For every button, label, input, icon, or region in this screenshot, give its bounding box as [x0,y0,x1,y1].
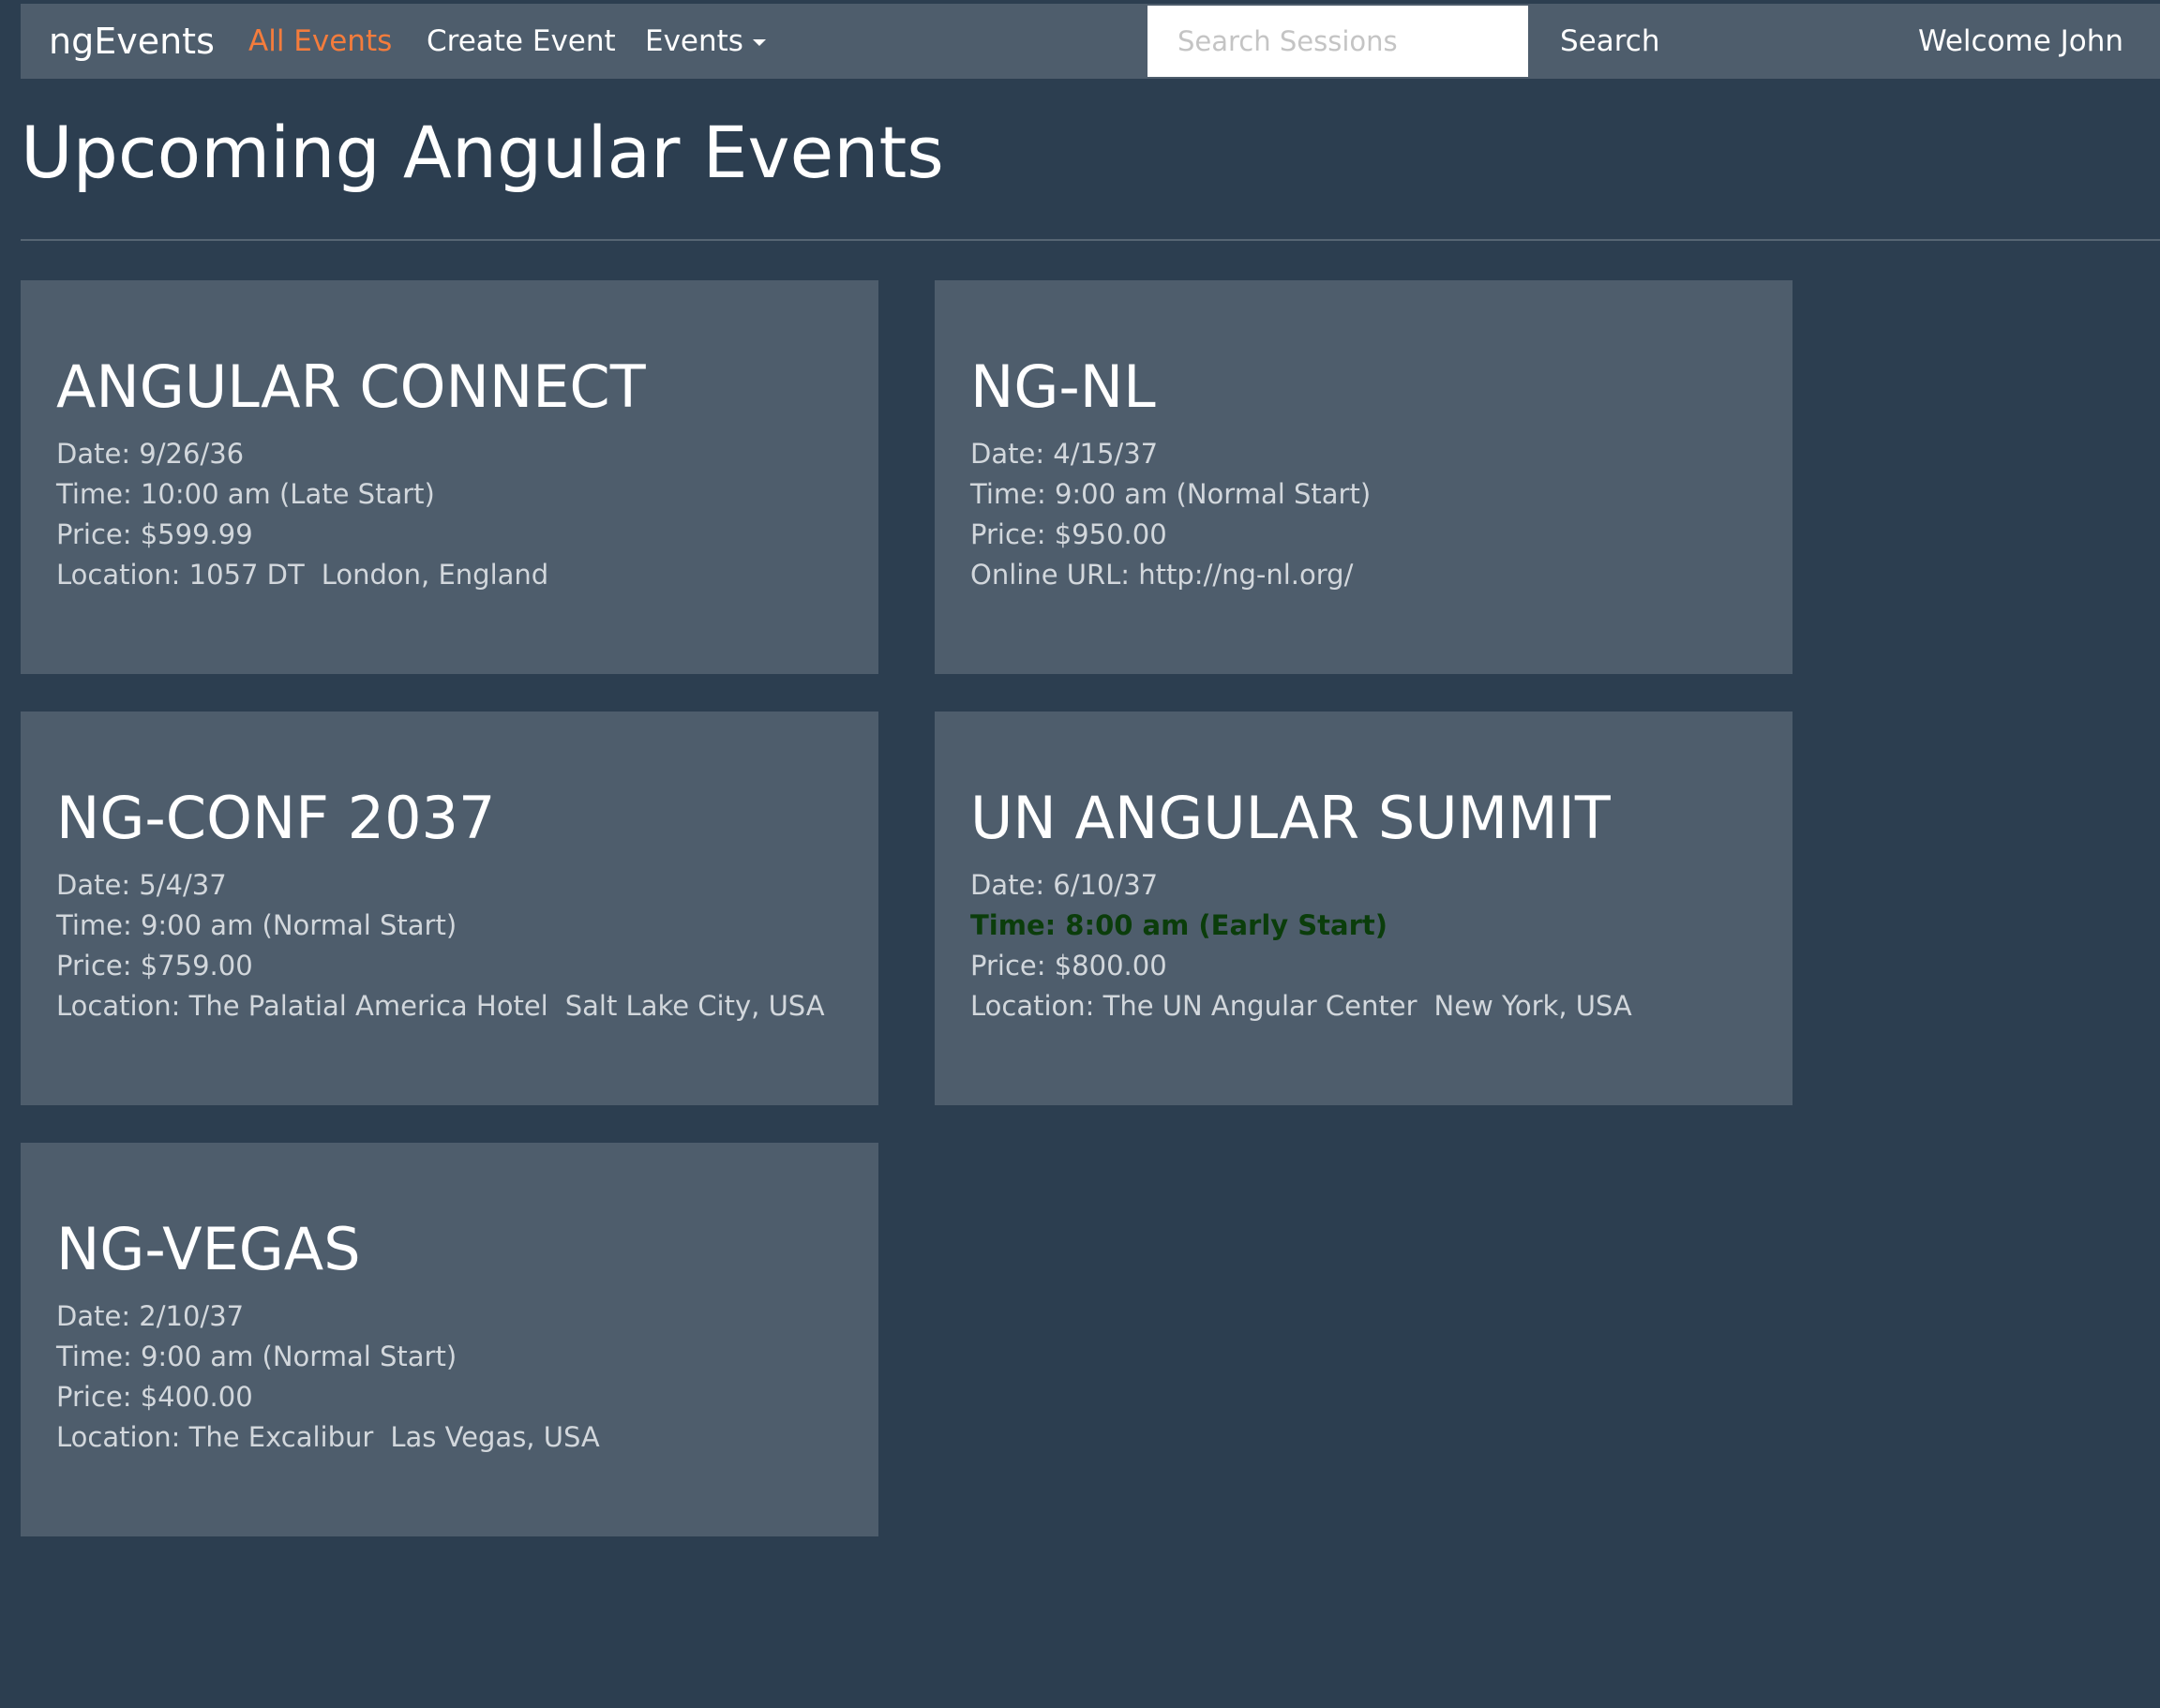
event-location-city: Salt Lake City, USA [564,990,825,1023]
event-location-address: Location: The Excalibur [56,1421,374,1454]
event-card[interactable]: NG-VEGAS Date: 2/10/37 Time: 9:00 am (No… [21,1143,878,1536]
nav-link-all-events[interactable]: All Events [248,4,392,79]
event-location-address: Location: The Palatial America Hotel [56,990,548,1023]
event-card[interactable]: UN ANGULAR SUMMIT Date: 6/10/37 Time: 8:… [935,712,1792,1105]
event-card[interactable]: NG-CONF 2037 Date: 5/4/37 Time: 9:00 am … [21,712,878,1105]
event-card[interactable]: NG-NL Date: 4/15/37 Time: 9:00 am (Norma… [935,280,1792,674]
navbar: ngEvents All Events Create Event Events … [21,4,2160,79]
event-time-early-start: Time: 8:00 am (Early Start) [970,909,1388,942]
event-location-city: London, England [321,559,549,592]
event-date: Date: 6/10/37 [970,869,1159,902]
event-time: Time: 9:00 am (Normal Start) [56,1341,458,1373]
event-time: Time: 9:00 am (Normal Start) [970,478,1372,511]
event-location: Location: The UN Angular Center New York,… [970,986,1757,1026]
event-location: Location: The Palatial America Hotel Salt… [56,986,843,1026]
welcome-user-link[interactable]: Welcome John [1918,4,2123,79]
event-time: Time: 10:00 am (Late Start) [56,478,435,511]
event-time: Time: 9:00 am (Normal Start) [56,909,458,942]
event-location: Location: 1057 DT London, England [56,555,843,595]
event-price: Price: $759.00 [56,950,253,982]
nav-link-create-event[interactable]: Create Event [427,4,616,79]
brand-link[interactable]: ngEvents [49,4,215,79]
event-price: Price: $599.99 [56,518,253,551]
event-price: Price: $950.00 [970,518,1167,551]
event-location-city: Las Vegas, USA [390,1421,600,1454]
search-input[interactable] [1148,6,1528,77]
event-location-address: Location: 1057 DT [56,559,305,592]
event-location-address: Location: The UN Angular Center [970,990,1418,1023]
event-date: Date: 2/10/37 [56,1300,245,1333]
event-date: Date: 5/4/37 [56,869,227,902]
event-price: Price: $800.00 [970,950,1167,982]
nav-dropdown-events-label: Events [645,24,743,58]
divider [21,239,2160,241]
event-name: NG-CONF 2037 [56,784,496,852]
event-card[interactable]: ANGULAR CONNECT Date: 9/26/36 Time: 10:0… [21,280,878,674]
event-price: Price: $400.00 [56,1381,253,1414]
event-date: Date: 4/15/37 [970,438,1159,471]
event-location: Location: The Excalibur Las Vegas, USA [56,1417,843,1458]
event-location-city: New York, USA [1433,990,1632,1023]
event-name: ANGULAR CONNECT [56,352,646,421]
chevron-down-icon [752,39,766,46]
event-name: NG-NL [970,352,1156,421]
event-date: Date: 9/26/36 [56,438,245,471]
page-title: Upcoming Angular Events [21,111,944,194]
event-name: NG-VEGAS [56,1215,361,1283]
nav-dropdown-events[interactable]: Events [645,4,766,79]
event-name: UN ANGULAR SUMMIT [970,784,1611,852]
event-online-url: Online URL: http://ng-nl.org/ [970,559,1354,592]
search-button[interactable]: Search [1560,4,1660,79]
